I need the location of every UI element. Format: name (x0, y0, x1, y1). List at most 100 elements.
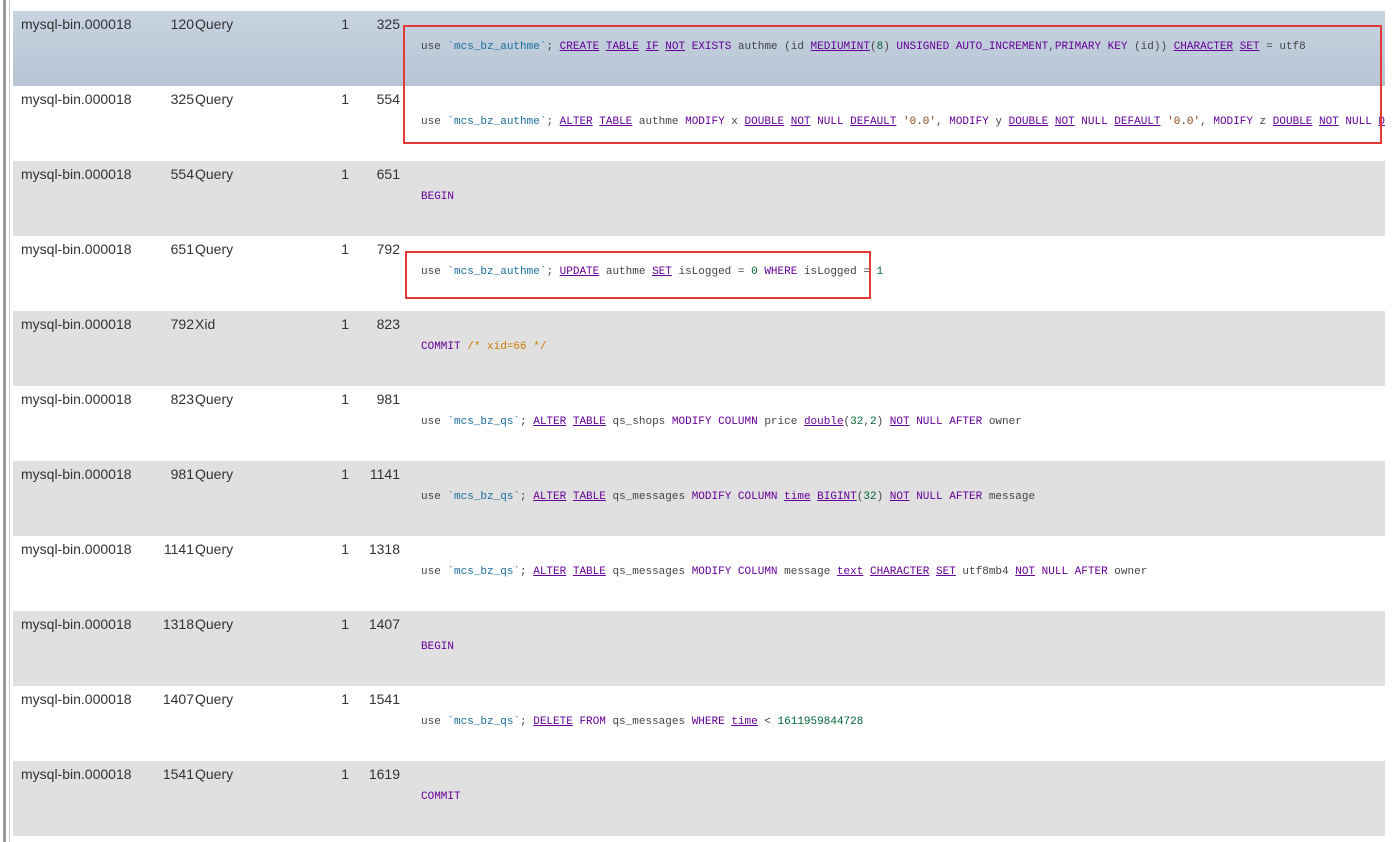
log-name-cell: mysql-bin.000018 (21, 91, 132, 107)
sql-keyword: NULL (1081, 116, 1108, 128)
sql-keyword: TABLE (572, 491, 606, 503)
sql-keyword: NOT (790, 116, 811, 128)
table-row[interactable]: mysql-bin.000018 1541 Query 1 1619 COMMI… (13, 761, 1385, 836)
pos-cell: 554 (170, 166, 194, 182)
end-log-pos-cell: 1619 (368, 766, 400, 782)
table-row[interactable]: mysql-bin.000018 823 Query 1 981 use `mc… (13, 386, 1385, 461)
pos-cell: 120 (170, 16, 194, 32)
info-sql-cell: use `mcs_bz_qs`; DELETE FROM qs_messages… (421, 716, 863, 728)
left-border (0, 0, 10, 842)
event-type-cell: Query (195, 541, 234, 557)
event-type-cell: Query (195, 91, 234, 107)
info-sql-cell: use `mcs_bz_authme`; UPDATE authme SET i… (421, 266, 883, 278)
string-literal: '0.0' (1167, 116, 1201, 128)
sql-keyword: COLUMN (737, 491, 778, 503)
sql-text: authme (id (731, 41, 811, 53)
sql-text: , (936, 116, 950, 128)
end-log-pos-cell: 1541 (368, 691, 400, 707)
log-name-cell: mysql-bin.000018 (21, 541, 132, 557)
database-name: `mcs_bz_authme` (447, 266, 547, 278)
sql-keyword: NOT (1054, 116, 1075, 128)
pos-cell: 1541 (162, 766, 194, 782)
sql-text: ; (546, 41, 560, 53)
log-name-cell: mysql-bin.000018 (21, 391, 132, 407)
sql-keyword: CREATE (559, 41, 600, 53)
sql-keyword: BEGIN (421, 191, 455, 203)
table-row[interactable]: mysql-bin.000018 325 Query 1 554 use `mc… (13, 86, 1385, 161)
table-row[interactable]: mysql-bin.000018 1407 Query 1 1541 use `… (13, 686, 1385, 761)
sql-text: message (777, 566, 837, 578)
sql-keyword: WHERE (691, 716, 725, 728)
log-name-cell: mysql-bin.000018 (21, 16, 132, 32)
pos-cell: 823 (170, 391, 194, 407)
sql-keyword: COMMIT (421, 341, 461, 353)
sql-text: use (421, 416, 448, 428)
number-literal: 32 (863, 491, 877, 503)
end-log-pos-cell: 554 (376, 91, 400, 107)
sql-keyword: SET (936, 566, 956, 578)
sql-keyword: SET (652, 266, 672, 278)
database-name: `mcs_bz_qs` (447, 716, 521, 728)
sql-keyword: ALTER (533, 416, 567, 428)
sql-text: use (421, 491, 448, 503)
server-id-cell: 1 (341, 466, 349, 482)
table-row[interactable]: mysql-bin.000018 120 Query 1 325 use `mc… (13, 11, 1385, 86)
sql-keyword: SET (1239, 41, 1260, 53)
sql-text: use (421, 116, 448, 128)
server-id-cell: 1 (341, 166, 349, 182)
event-type-cell: Query (195, 391, 234, 407)
event-type-cell: Query (195, 166, 234, 182)
sql-keyword: TABLE (605, 41, 639, 53)
sql-keyword: double (803, 416, 844, 428)
table-row[interactable]: mysql-bin.000018 651 Query 1 792 use `mc… (13, 236, 1385, 311)
sql-text: authme (599, 266, 653, 278)
end-log-pos-cell: 325 (376, 16, 400, 32)
sql-keyword: PRIMARY (1054, 41, 1102, 53)
table-row[interactable]: mysql-bin.000018 981 Query 1 1141 use `m… (13, 461, 1385, 536)
sql-keyword: time (784, 491, 811, 503)
table-row[interactable]: mysql-bin.000018 1141 Query 1 1318 use `… (13, 536, 1385, 611)
sql-text: use (421, 266, 448, 278)
end-log-pos-cell: 981 (376, 391, 400, 407)
sql-text: qs_messages (605, 716, 692, 728)
sql-keyword: BIGINT (817, 491, 857, 503)
server-id-cell: 1 (341, 391, 349, 407)
sql-text: , (1048, 41, 1055, 53)
info-sql-cell: use `mcs_bz_qs`; ALTER TABLE qs_shops MO… (421, 416, 1022, 428)
sql-keyword: AFTER (949, 416, 983, 428)
event-type-cell: Xid (195, 316, 216, 332)
number-literal: 2 (869, 416, 877, 428)
server-id-cell: 1 (341, 691, 349, 707)
table-row[interactable]: mysql-bin.000018 792 Xid 1 823 COMMIT /*… (13, 311, 1385, 386)
sql-keyword: TABLE (572, 416, 606, 428)
log-name-cell: mysql-bin.000018 (21, 691, 132, 707)
sql-keyword: text (836, 566, 864, 578)
server-id-cell: 1 (341, 316, 349, 332)
info-sql-cell: BEGIN (421, 191, 454, 203)
pos-cell: 651 (170, 241, 194, 257)
sql-keyword: NULL (916, 491, 943, 503)
sql-keyword: CHARACTER (869, 566, 930, 578)
database-name: `mcs_bz_authme` (447, 116, 547, 128)
sql-keyword: COMMIT (421, 791, 461, 803)
sql-keyword: MODIFY (1213, 116, 1253, 128)
sql-keyword: KEY (1107, 41, 1128, 53)
log-name-cell: mysql-bin.000018 (21, 166, 132, 182)
table-row[interactable]: mysql-bin.000018 554 Query 1 651 BEGIN (13, 161, 1385, 236)
sql-text: < (757, 716, 778, 728)
sql-keyword: MODIFY (685, 116, 725, 128)
sql-keyword: TABLE (599, 116, 633, 128)
table-row[interactable]: mysql-bin.000018 1318 Query 1 1407 BEGIN (13, 611, 1385, 686)
sql-text: use (421, 566, 448, 578)
sql-keyword: AFTER (1074, 566, 1108, 578)
event-type-cell: Query (195, 466, 234, 482)
sql-text: price (757, 416, 804, 428)
